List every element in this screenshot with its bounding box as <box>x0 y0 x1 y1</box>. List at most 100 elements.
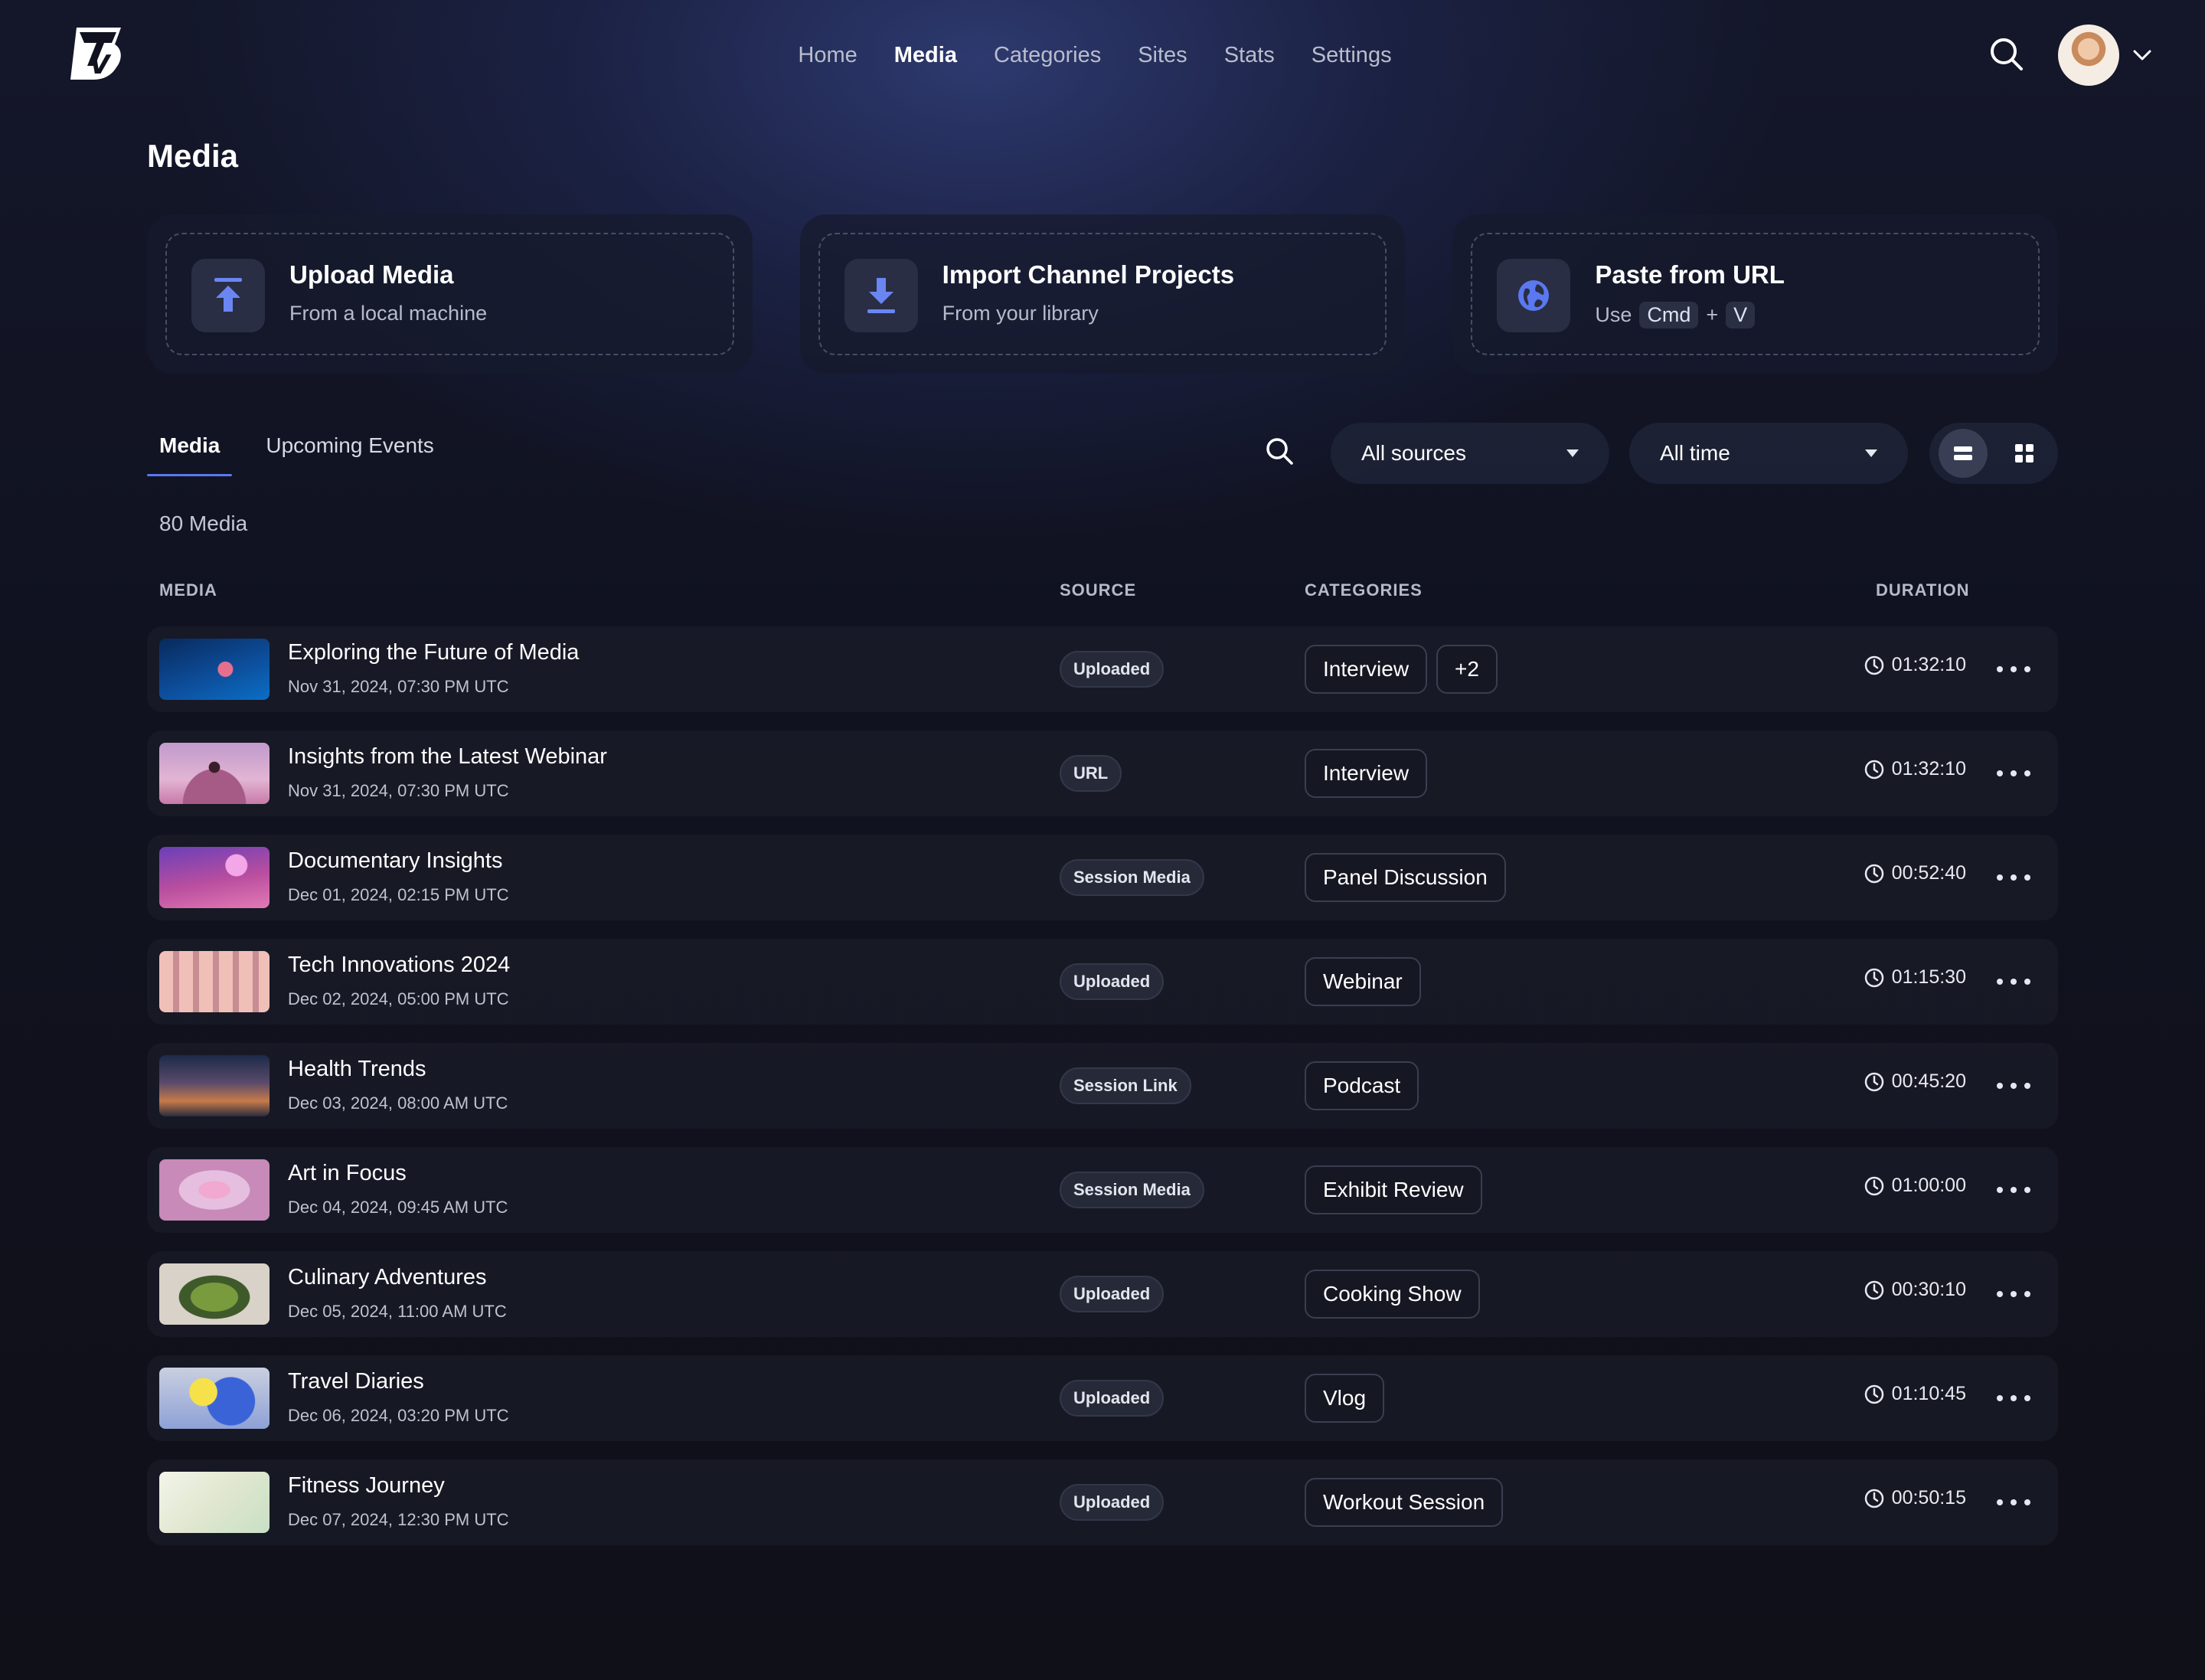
nav-home[interactable]: Home <box>798 40 857 70</box>
more-options-icon[interactable] <box>1997 1383 2030 1414</box>
duration: 01:32:10 <box>1864 758 1966 780</box>
table-row[interactable]: Travel Diaries Dec 06, 2024, 03:20 PM UT… <box>147 1355 2058 1441</box>
media-date: Dec 04, 2024, 09:45 AM UTC <box>288 1198 508 1217</box>
media-thumbnail[interactable] <box>159 743 270 804</box>
more-options-icon[interactable] <box>1997 966 2030 997</box>
media-date: Dec 03, 2024, 08:00 AM UTC <box>288 1093 508 1113</box>
duration-value: 00:50:15 <box>1891 1487 1966 1508</box>
clock-icon <box>1864 968 1883 987</box>
tab-media[interactable]: Media <box>147 429 233 476</box>
chevron-down-icon[interactable] <box>2130 43 2154 67</box>
clock-icon <box>1864 760 1883 779</box>
table-row[interactable]: Art in Focus Dec 04, 2024, 09:45 AM UTC … <box>147 1147 2058 1233</box>
media-thumbnail[interactable] <box>159 1263 270 1325</box>
category-tag[interactable]: Vlog <box>1305 1374 1385 1423</box>
category-tag[interactable]: Webinar <box>1305 957 1421 1006</box>
source-badge: Session Media <box>1060 1172 1204 1208</box>
filter-search-icon[interactable] <box>1263 435 1295 467</box>
time-filter-select[interactable]: All time <box>1629 423 1908 484</box>
media-date: Nov 31, 2024, 07:30 PM UTC <box>288 781 509 800</box>
clock-icon <box>1864 1176 1883 1195</box>
more-options-icon[interactable] <box>1997 1070 2030 1101</box>
media-thumbnail[interactable] <box>159 639 270 700</box>
category-list: Cooking Show <box>1305 1270 1480 1319</box>
table-row[interactable]: Tech Innovations 2024 Dec 02, 2024, 05:0… <box>147 939 2058 1025</box>
nav-media[interactable]: Media <box>894 40 957 70</box>
media-thumbnail[interactable] <box>159 1472 270 1533</box>
avatar[interactable] <box>2058 25 2119 86</box>
category-tag[interactable]: Panel Discussion <box>1305 853 1506 902</box>
media-title[interactable]: Documentary Insights <box>288 848 502 874</box>
media-title[interactable]: Insights from the Latest Webinar <box>288 744 607 770</box>
media-title[interactable]: Travel Diaries <box>288 1369 424 1394</box>
nav-stats[interactable]: Stats <box>1224 40 1275 70</box>
category-list: Interview <box>1305 749 1428 798</box>
source-filter-select[interactable]: All sources <box>1331 423 1609 484</box>
import-channel-dropzone[interactable]: Import Channel Projects From your librar… <box>818 233 1387 355</box>
media-thumbnail[interactable] <box>159 951 270 1012</box>
media-title[interactable]: Exploring the Future of Media <box>288 640 579 665</box>
paste-url-subtitle: Use Cmd + V <box>1595 302 1756 328</box>
media-thumbnail[interactable] <box>159 847 270 908</box>
table-row[interactable]: Culinary Adventures Dec 05, 2024, 11:00 … <box>147 1251 2058 1337</box>
table-row[interactable]: Fitness Journey Dec 07, 2024, 12:30 PM U… <box>147 1459 2058 1545</box>
media-thumbnail[interactable] <box>159 1368 270 1429</box>
source-badge: Uploaded <box>1060 651 1165 688</box>
category-tag[interactable]: Workout Session <box>1305 1478 1504 1527</box>
category-tag[interactable]: Interview <box>1305 645 1428 694</box>
clock-icon <box>1864 1072 1883 1091</box>
media-title[interactable]: Tech Innovations 2024 <box>288 953 510 978</box>
category-tag[interactable]: Exhibit Review <box>1305 1165 1482 1214</box>
media-title[interactable]: Fitness Journey <box>288 1473 445 1499</box>
table-header: MEDIA SOURCE CATEGORIES DURATION <box>147 580 2058 603</box>
media-title[interactable]: Health Trends <box>288 1057 426 1082</box>
header-media: MEDIA <box>159 580 217 600</box>
table-row[interactable]: Documentary Insights Dec 01, 2024, 02:15… <box>147 835 2058 920</box>
download-icon <box>844 259 918 332</box>
media-thumbnail[interactable] <box>159 1055 270 1116</box>
source-badge: Session Media <box>1060 859 1204 896</box>
category-more-tag[interactable]: +2 <box>1436 645 1498 694</box>
source-badge: Uploaded <box>1060 963 1165 1000</box>
more-options-icon[interactable] <box>1997 1487 2030 1518</box>
more-options-icon[interactable] <box>1997 758 2030 789</box>
upload-media-subtitle: From a local machine <box>289 302 488 325</box>
source-badge: Uploaded <box>1060 1484 1165 1521</box>
table-row[interactable]: Exploring the Future of Media Nov 31, 20… <box>147 626 2058 712</box>
table-row[interactable]: Insights from the Latest Webinar Nov 31,… <box>147 731 2058 816</box>
media-date: Nov 31, 2024, 07:30 PM UTC <box>288 677 509 696</box>
media-title[interactable]: Culinary Adventures <box>288 1265 487 1290</box>
more-options-icon[interactable] <box>1997 1279 2030 1309</box>
nav-settings[interactable]: Settings <box>1312 40 1392 70</box>
media-date: Dec 02, 2024, 05:00 PM UTC <box>288 989 509 1008</box>
list-view-button[interactable] <box>1939 429 1988 478</box>
upload-media-dropzone[interactable]: Upload Media From a local machine <box>165 233 734 355</box>
media-table: Exploring the Future of Media Nov 31, 20… <box>147 626 2058 1564</box>
more-options-icon[interactable] <box>1997 862 2030 893</box>
duration: 00:45:20 <box>1864 1070 1966 1093</box>
duration: 00:30:10 <box>1864 1279 1966 1301</box>
duration: 01:10:45 <box>1864 1383 1966 1405</box>
category-tag[interactable]: Podcast <box>1305 1061 1419 1110</box>
media-title[interactable]: Art in Focus <box>288 1161 407 1186</box>
category-tag[interactable]: Cooking Show <box>1305 1270 1480 1319</box>
grid-view-button[interactable] <box>2000 429 2049 478</box>
nav-sites[interactable]: Sites <box>1138 40 1187 70</box>
clock-icon <box>1864 1384 1883 1404</box>
globe-icon <box>1497 259 1571 332</box>
more-options-icon[interactable] <box>1997 654 2030 685</box>
category-list: Podcast <box>1305 1061 1419 1110</box>
nav-categories[interactable]: Categories <box>994 40 1101 70</box>
table-row[interactable]: Health Trends Dec 03, 2024, 08:00 AM UTC… <box>147 1043 2058 1129</box>
duration-value: 01:15:30 <box>1891 966 1966 988</box>
grid-view-icon <box>2015 444 2034 462</box>
duration: 00:50:15 <box>1864 1487 1966 1509</box>
tab-upcoming-events[interactable]: Upcoming Events <box>253 429 446 476</box>
kbd-plus: + <box>1706 303 1719 326</box>
paste-url-dropzone[interactable]: Paste from URL Use Cmd + V <box>1471 233 2040 355</box>
duration-value: 01:32:10 <box>1891 654 1966 675</box>
media-thumbnail[interactable] <box>159 1159 270 1221</box>
more-options-icon[interactable] <box>1997 1175 2030 1205</box>
category-tag[interactable]: Interview <box>1305 749 1428 798</box>
search-icon[interactable] <box>1988 35 2026 74</box>
